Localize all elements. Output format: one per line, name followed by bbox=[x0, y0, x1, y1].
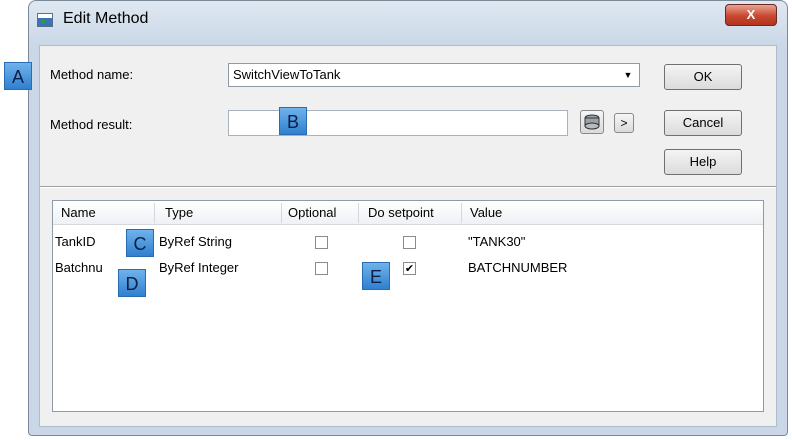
parameters-list[interactable]: Name Type Optional Do setpoint Value Tan… bbox=[52, 200, 764, 412]
param-type: ByRef String bbox=[159, 234, 232, 249]
close-button[interactable]: X bbox=[725, 4, 777, 26]
callout-c: C bbox=[126, 229, 154, 257]
edit-method-window: Edit Method X Method name: SwitchViewToT… bbox=[28, 0, 788, 436]
param-name: TankID bbox=[55, 234, 96, 249]
param-value[interactable]: BATCHNUMBER bbox=[468, 260, 567, 275]
callout-d: D bbox=[118, 269, 146, 297]
column-divider[interactable] bbox=[358, 203, 359, 223]
param-type: ByRef Integer bbox=[159, 260, 239, 275]
ok-button[interactable]: OK bbox=[664, 64, 742, 90]
next-arrow-button[interactable]: > bbox=[614, 113, 634, 133]
table-row[interactable]: TankID ByRef String "TANK30" bbox=[53, 231, 763, 255]
tag-browser-icon bbox=[584, 114, 600, 130]
callout-e: E bbox=[362, 262, 390, 290]
column-header-value[interactable]: Value bbox=[470, 205, 502, 220]
column-header-optional[interactable]: Optional bbox=[288, 205, 336, 220]
column-divider[interactable] bbox=[281, 203, 282, 223]
method-result-label: Method result: bbox=[50, 117, 133, 132]
method-name-value: SwitchViewToTank bbox=[233, 67, 341, 82]
column-header-type[interactable]: Type bbox=[165, 205, 193, 220]
help-button[interactable]: Help bbox=[664, 149, 742, 175]
callout-b: B bbox=[279, 107, 307, 135]
title-bar[interactable]: Edit Method X bbox=[29, 1, 787, 41]
optional-checkbox[interactable] bbox=[315, 236, 328, 249]
table-row[interactable]: Batchnu ByRef Integer ✔ BATCHNUMBER bbox=[53, 257, 763, 281]
param-value[interactable]: "TANK30" bbox=[468, 234, 525, 249]
param-name: Batchnu bbox=[55, 260, 103, 275]
column-divider[interactable] bbox=[461, 203, 462, 223]
callout-a: A bbox=[4, 62, 32, 90]
optional-checkbox[interactable] bbox=[315, 262, 328, 275]
method-name-label: Method name: bbox=[50, 67, 134, 82]
column-divider[interactable] bbox=[154, 203, 155, 223]
column-header-name[interactable]: Name bbox=[61, 205, 96, 220]
do-setpoint-checkbox[interactable] bbox=[403, 236, 416, 249]
column-header-do-setpoint[interactable]: Do setpoint bbox=[368, 205, 434, 220]
cancel-button[interactable]: Cancel bbox=[664, 110, 742, 136]
method-name-dropdown[interactable]: SwitchViewToTank ▼ bbox=[228, 63, 640, 87]
window-title: Edit Method bbox=[63, 10, 149, 27]
list-header: Name Type Optional Do setpoint Value bbox=[53, 201, 763, 225]
chevron-down-icon[interactable]: ▼ bbox=[621, 69, 635, 81]
separator bbox=[40, 186, 776, 188]
app-icon bbox=[37, 13, 53, 27]
browse-tag-button[interactable] bbox=[580, 110, 604, 134]
do-setpoint-checkbox[interactable]: ✔ bbox=[403, 262, 416, 275]
